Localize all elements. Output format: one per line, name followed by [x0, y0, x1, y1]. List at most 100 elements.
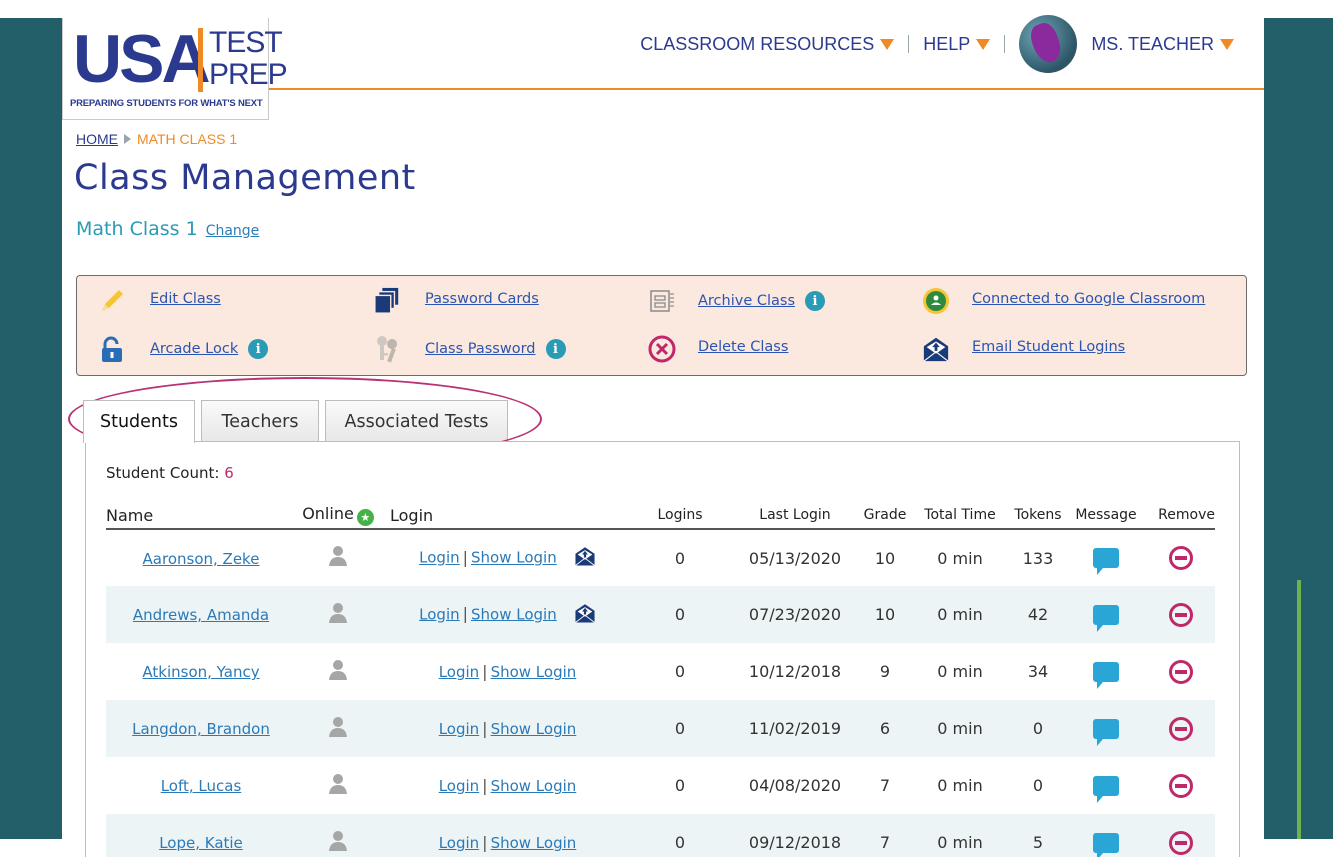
- person-icon: [327, 659, 349, 685]
- login-link[interactable]: Login: [419, 605, 459, 623]
- login-link[interactable]: Login: [419, 549, 459, 567]
- show-login-link[interactable]: Show Login: [491, 720, 577, 738]
- logo-test: TEST: [209, 26, 283, 59]
- logins-cell: 0: [625, 586, 735, 643]
- left-border: [0, 18, 62, 839]
- nav-classroom-resources[interactable]: CLASSROOM RESOURCES: [640, 34, 895, 55]
- student-name-cell: Loft, Lucas: [106, 757, 286, 814]
- lock-icon: [98, 335, 126, 363]
- class-password-link[interactable]: Class Password: [425, 341, 536, 357]
- remove-cell: [1141, 586, 1215, 643]
- cards-stack-icon: [373, 287, 401, 315]
- info-icon[interactable]: i: [248, 339, 269, 359]
- remove-icon[interactable]: [1169, 659, 1193, 684]
- student-name-link[interactable]: Loft, Lucas: [161, 777, 242, 795]
- breadcrumb-current: MATH CLASS 1: [137, 131, 238, 147]
- info-icon[interactable]: i: [545, 339, 566, 359]
- message-icon[interactable]: [1093, 775, 1119, 803]
- show-login-link[interactable]: Show Login: [491, 663, 577, 681]
- col-name[interactable]: Name: [106, 502, 286, 530]
- tab-teachers[interactable]: Teachers: [201, 400, 319, 442]
- show-login-link[interactable]: Show Login: [491, 777, 577, 795]
- col-message: Message: [1071, 502, 1141, 530]
- table-header-row: Name Online ★ Login Logins Last Login Gra…: [106, 502, 1215, 530]
- nav-user-menu[interactable]: MS. TEACHER: [1091, 34, 1234, 55]
- change-class-link[interactable]: Change: [206, 223, 260, 239]
- message-icon[interactable]: [1093, 604, 1119, 632]
- message-icon[interactable]: [1093, 661, 1119, 689]
- password-cards-link[interactable]: Password Cards: [425, 291, 539, 307]
- total-time-cell: 0 min: [937, 548, 983, 568]
- archive-icon: [648, 287, 676, 315]
- logins-cell: 0: [674, 776, 686, 795]
- breadcrumb-home[interactable]: HOME: [76, 131, 118, 147]
- email-icon[interactable]: [574, 602, 596, 628]
- remove-icon[interactable]: [1169, 830, 1193, 855]
- remove-icon[interactable]: [1169, 716, 1193, 741]
- student-name-link[interactable]: Aaronson, Zeke: [143, 550, 260, 568]
- table-row: Langdon, Brandon Login | Show Login 0 11/0…: [106, 700, 1215, 757]
- archive-class-link[interactable]: Archive Class: [698, 293, 795, 309]
- message-icon[interactable]: [1093, 718, 1119, 746]
- col-online-label: Online: [302, 504, 354, 523]
- col-total-time[interactable]: Total Time: [915, 502, 1005, 530]
- student-name-cell: Andrews, Amanda: [106, 586, 286, 643]
- student-name-link[interactable]: Atkinson, Yancy: [142, 663, 259, 681]
- login-cell: Login | Show Login: [390, 529, 625, 586]
- email-icon[interactable]: [574, 545, 596, 571]
- show-login-link[interactable]: Show Login: [471, 605, 557, 623]
- table-row: Lope, Katie Login | Show Login 0 09/12/201…: [106, 814, 1215, 857]
- remove-cell: [1141, 529, 1215, 586]
- student-name-link[interactable]: Andrews, Amanda: [133, 606, 269, 624]
- message-cell: [1071, 643, 1141, 700]
- login-separator: |: [462, 547, 469, 567]
- page-title: Class Management: [74, 158, 416, 198]
- person-icon: [327, 716, 349, 742]
- tab-associated-tests-label: Associated Tests: [344, 411, 489, 432]
- student-name-link[interactable]: Langdon, Brandon: [132, 720, 270, 738]
- remove-icon[interactable]: [1169, 602, 1193, 627]
- remove-icon[interactable]: [1169, 773, 1193, 798]
- tab-associated-tests[interactable]: Associated Tests: [325, 400, 508, 442]
- online-cell: [286, 814, 390, 857]
- message-icon[interactable]: [1093, 832, 1119, 857]
- col-tokens[interactable]: Tokens: [1005, 502, 1071, 530]
- delete-class-link[interactable]: Delete Class: [698, 339, 788, 355]
- user-avatar[interactable]: [1019, 15, 1078, 73]
- login-link[interactable]: Login: [439, 834, 479, 852]
- arcade-lock-link[interactable]: Arcade Lock: [150, 341, 238, 357]
- top-navigation: CLASSROOM RESOURCES HELP MS. TEACHER: [640, 0, 1264, 88]
- student-name-link[interactable]: Lope, Katie: [159, 834, 243, 852]
- logins-cell: 0: [625, 814, 735, 857]
- logins-cell: 0: [674, 662, 686, 681]
- login-separator: |: [462, 604, 469, 623]
- last-login-cell: 07/23/2020: [735, 586, 855, 643]
- login-link[interactable]: Login: [439, 720, 479, 738]
- total-time-cell: 0 min: [937, 662, 983, 681]
- edit-class-link[interactable]: Edit Class: [150, 291, 221, 307]
- login-separator: |: [482, 719, 488, 738]
- class-actions-panel: Edit Class Password Cards Archive Class i…: [76, 275, 1247, 376]
- message-icon[interactable]: [1093, 548, 1119, 576]
- breadcrumb-arrow-icon: [124, 134, 131, 144]
- tokens-cell: 133: [1022, 548, 1054, 568]
- usatestprep-logo[interactable]: USA TEST PREP PREPARING STUDENTS FOR WHA…: [62, 18, 288, 120]
- show-login-link[interactable]: Show Login: [491, 834, 577, 852]
- show-login-link[interactable]: Show Login: [471, 549, 557, 567]
- login-link[interactable]: Login: [439, 777, 479, 795]
- col-logins[interactable]: Logins: [625, 502, 735, 530]
- student-count-label: Student Count:: [106, 464, 220, 482]
- col-grade[interactable]: Grade: [855, 502, 915, 530]
- info-icon[interactable]: i: [805, 291, 826, 311]
- tab-students[interactable]: Students: [83, 400, 195, 443]
- google-classroom-link[interactable]: Connected to Google Classroom: [972, 291, 1205, 307]
- email-logins-link[interactable]: Email Student Logins: [972, 339, 1125, 355]
- col-last-login[interactable]: Last Login: [735, 502, 855, 530]
- student-name-cell: Atkinson, Yancy: [106, 643, 286, 700]
- tab-teachers-label: Teachers: [221, 411, 299, 432]
- nav-help[interactable]: HELP: [923, 34, 991, 55]
- last-login-cell: 04/08/2020: [748, 776, 842, 795]
- login-link[interactable]: Login: [439, 663, 479, 681]
- remove-icon[interactable]: [1169, 546, 1193, 570]
- online-star-icon: ★: [356, 509, 374, 526]
